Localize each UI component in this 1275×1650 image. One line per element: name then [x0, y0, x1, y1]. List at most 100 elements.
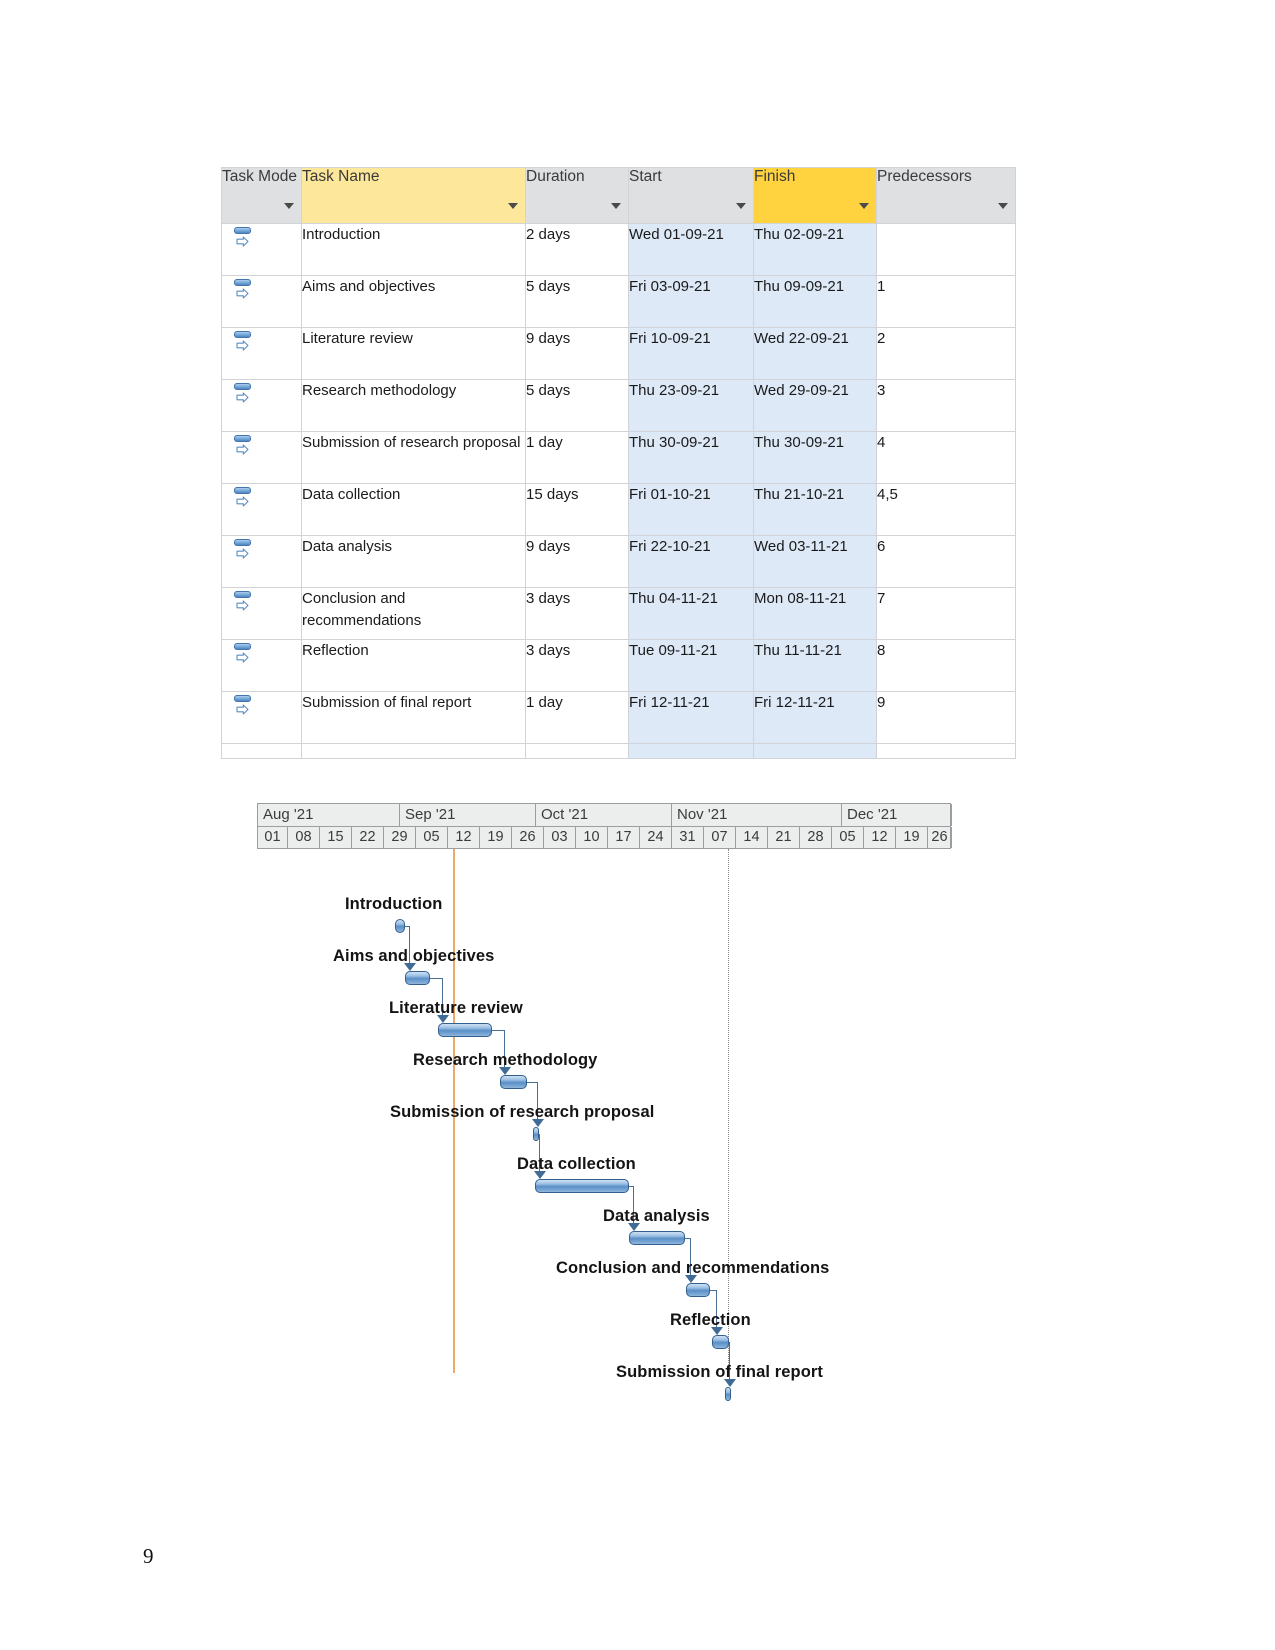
- cell-predecessors[interactable]: 7: [876, 587, 1016, 640]
- cell-predecessors[interactable]: [876, 223, 1016, 276]
- table-row[interactable]: Submission of final report 1 day Fri 12-11…: [221, 691, 1016, 744]
- cell-duration[interactable]: 1 day: [525, 431, 629, 484]
- table-row[interactable]: Conclusion and recommendations 3 days Thu …: [221, 587, 1016, 640]
- cell-predecessors[interactable]: 8: [876, 639, 1016, 692]
- auto-schedule-icon[interactable]: [234, 331, 254, 353]
- cell-task-mode[interactable]: [221, 535, 302, 588]
- cell-duration[interactable]: 15 days: [525, 483, 629, 536]
- table-row[interactable]: Data analysis 9 days Fri 22-10-21 Wed 03-11…: [221, 535, 1016, 588]
- cell-finish[interactable]: Wed 22-09-21: [753, 327, 877, 380]
- cell-start[interactable]: Thu 04-11-21: [628, 587, 754, 640]
- auto-schedule-icon[interactable]: [234, 383, 254, 405]
- cell-finish[interactable]: Thu 11-11-21: [753, 639, 877, 692]
- filter-dropdown-icon[interactable]: [611, 203, 621, 209]
- cell-duration[interactable]: 9 days: [525, 327, 629, 380]
- cell-predecessors[interactable]: 2: [876, 327, 1016, 380]
- cell-finish[interactable]: Thu 09-09-21: [753, 275, 877, 328]
- cell-task-mode[interactable]: [221, 691, 302, 744]
- cell-duration[interactable]: 3 days: [525, 587, 629, 640]
- cell-start[interactable]: Thu 23-09-21: [628, 379, 754, 432]
- gantt-bar[interactable]: [438, 1023, 492, 1037]
- cell-predecessors[interactable]: 4,5: [876, 483, 1016, 536]
- cell-task-name[interactable]: Conclusion and recommendations: [301, 587, 526, 640]
- gantt-bar[interactable]: [712, 1335, 729, 1349]
- cell-duration[interactable]: 2 days: [525, 223, 629, 276]
- gantt-bar[interactable]: [533, 1127, 539, 1141]
- cell-finish[interactable]: Thu 21-10-21: [753, 483, 877, 536]
- column-header-predecessors[interactable]: Predecessors: [876, 167, 1016, 224]
- cell-duration[interactable]: 5 days: [525, 379, 629, 432]
- table-row[interactable]: Aims and objectives 5 days Fri 03-09-21 Thu…: [221, 275, 1016, 328]
- cell-start[interactable]: Fri 01-10-21: [628, 483, 754, 536]
- cell-duration[interactable]: 1 day: [525, 691, 629, 744]
- cell-task-mode[interactable]: [221, 431, 302, 484]
- cell-start[interactable]: Thu 30-09-21: [628, 431, 754, 484]
- gantt-bar[interactable]: [725, 1387, 731, 1401]
- auto-schedule-icon[interactable]: [234, 227, 254, 249]
- column-header-task-mode[interactable]: Task Mode: [221, 167, 302, 224]
- cell-task-name[interactable]: Aims and objectives: [301, 275, 526, 328]
- gantt-bar[interactable]: [395, 919, 405, 933]
- cell-duration[interactable]: 3 days: [525, 639, 629, 692]
- auto-schedule-icon[interactable]: [234, 279, 254, 301]
- table-row[interactable]: Research methodology 5 days Thu 23-09-21 We…: [221, 379, 1016, 432]
- cell-task-name[interactable]: Introduction: [301, 223, 526, 276]
- auto-schedule-icon[interactable]: [234, 591, 254, 613]
- column-header-duration[interactable]: Duration: [525, 167, 629, 224]
- table-row[interactable]: Literature review 9 days Fri 10-09-21 Wed 2…: [221, 327, 1016, 380]
- cell-predecessors[interactable]: 1: [876, 275, 1016, 328]
- cell-task-name[interactable]: Submission of research proposal: [301, 431, 526, 484]
- cell-start[interactable]: Fri 10-09-21: [628, 327, 754, 380]
- cell-task-name[interactable]: Submission of final report: [301, 691, 526, 744]
- table-row[interactable]: Reflection 3 days Tue 09-11-21 Thu 11-11-21…: [221, 639, 1016, 692]
- cell-task-mode[interactable]: [221, 483, 302, 536]
- cell-start[interactable]: Wed 01-09-21: [628, 223, 754, 276]
- auto-schedule-icon[interactable]: [234, 435, 254, 457]
- cell-task-name[interactable]: Reflection: [301, 639, 526, 692]
- cell-duration[interactable]: 5 days: [525, 275, 629, 328]
- gantt-bar[interactable]: [500, 1075, 527, 1089]
- column-header-finish[interactable]: Finish: [753, 167, 877, 224]
- cell-start[interactable]: Fri 12-11-21: [628, 691, 754, 744]
- cell-task-mode[interactable]: [221, 223, 302, 276]
- auto-schedule-icon[interactable]: [234, 487, 254, 509]
- table-row[interactable]: Submission of research proposal 1 day Thu …: [221, 431, 1016, 484]
- cell-task-mode[interactable]: [221, 327, 302, 380]
- gantt-bar[interactable]: [629, 1231, 685, 1245]
- cell-start[interactable]: Tue 09-11-21: [628, 639, 754, 692]
- cell-task-name[interactable]: Data analysis: [301, 535, 526, 588]
- filter-dropdown-icon[interactable]: [998, 203, 1008, 209]
- cell-start[interactable]: Fri 03-09-21: [628, 275, 754, 328]
- cell-predecessors[interactable]: 3: [876, 379, 1016, 432]
- cell-task-name[interactable]: Research methodology: [301, 379, 526, 432]
- auto-schedule-icon[interactable]: [234, 695, 254, 717]
- cell-duration[interactable]: 9 days: [525, 535, 629, 588]
- cell-task-name[interactable]: Data collection: [301, 483, 526, 536]
- auto-schedule-icon[interactable]: [234, 643, 254, 665]
- cell-finish[interactable]: Wed 03-11-21: [753, 535, 877, 588]
- cell-start[interactable]: Fri 22-10-21: [628, 535, 754, 588]
- filter-dropdown-icon[interactable]: [284, 203, 294, 209]
- cell-task-mode[interactable]: [221, 587, 302, 640]
- table-row[interactable]: Data collection 15 days Fri 01-10-21 Thu 21…: [221, 483, 1016, 536]
- cell-predecessors[interactable]: 9: [876, 691, 1016, 744]
- cell-finish[interactable]: Thu 30-09-21: [753, 431, 877, 484]
- cell-task-mode[interactable]: [221, 379, 302, 432]
- cell-predecessors[interactable]: 6: [876, 535, 1016, 588]
- cell-task-mode[interactable]: [221, 275, 302, 328]
- cell-finish[interactable]: Fri 12-11-21: [753, 691, 877, 744]
- cell-finish[interactable]: Wed 29-09-21: [753, 379, 877, 432]
- cell-task-mode[interactable]: [221, 639, 302, 692]
- auto-schedule-icon[interactable]: [234, 539, 254, 561]
- cell-predecessors[interactable]: 4: [876, 431, 1016, 484]
- gantt-bar[interactable]: [686, 1283, 710, 1297]
- cell-finish[interactable]: Thu 02-09-21: [753, 223, 877, 276]
- filter-dropdown-icon[interactable]: [508, 203, 518, 209]
- gantt-bar[interactable]: [405, 971, 430, 985]
- cell-finish[interactable]: Mon 08-11-21: [753, 587, 877, 640]
- gantt-bar[interactable]: [535, 1179, 629, 1193]
- cell-task-name[interactable]: Literature review: [301, 327, 526, 380]
- filter-dropdown-icon[interactable]: [736, 203, 746, 209]
- table-row[interactable]: Introduction 2 days Wed 01-09-21 Thu 02-09-…: [221, 223, 1016, 276]
- filter-dropdown-icon[interactable]: [859, 203, 869, 209]
